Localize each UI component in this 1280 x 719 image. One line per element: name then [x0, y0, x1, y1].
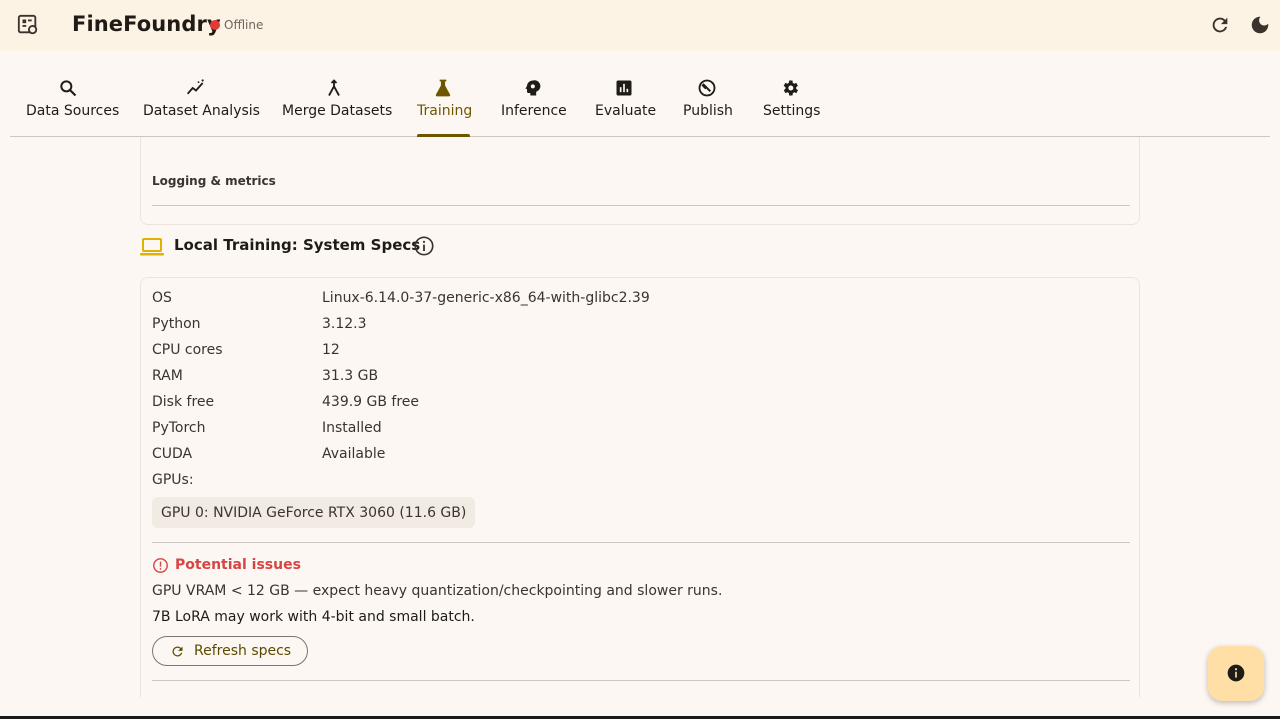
divider — [152, 205, 1130, 206]
logging-metrics-heading: Logging & metrics — [152, 174, 276, 188]
psychology-icon — [525, 80, 541, 96]
potential-issues-title: Potential issues — [175, 557, 301, 573]
section-title: Local Training: System Specs — [174, 236, 421, 254]
tab-training[interactable]: Training — [411, 51, 476, 137]
gpu-chip: GPU 0: NVIDIA GeForce RTX 3060 (11.6 GB) — [152, 497, 476, 528]
spec-value: 31.3 GB — [322, 368, 379, 384]
tab-data-sources[interactable]: Data Sources — [10, 51, 127, 136]
spec-key: RAM — [152, 368, 183, 384]
tab-merge-datasets[interactable]: Merge Datasets — [275, 51, 393, 136]
info-icon — [1227, 664, 1245, 682]
build-circle-icon — [698, 79, 716, 97]
info-fab-button[interactable] — [1208, 646, 1264, 701]
tab-label: Evaluate — [595, 103, 657, 119]
spec-key: Python — [152, 316, 201, 332]
issue-text: 7B LoRA may work with 4-bit and small ba… — [152, 609, 475, 625]
bar-chart-icon — [616, 80, 632, 96]
tab-dataset-analysis[interactable]: Dataset Analysis — [135, 51, 260, 136]
spec-value: 3.12.3 — [322, 316, 367, 332]
app-title: FineFoundry — [72, 12, 221, 36]
refresh-icon[interactable] — [1209, 14, 1231, 36]
tab-settings[interactable]: Settings — [757, 51, 825, 136]
button-label: Refresh specs — [194, 643, 292, 659]
app-logo-icon — [17, 14, 38, 35]
tab-evaluate[interactable]: Evaluate — [589, 51, 659, 136]
refresh-icon — [172, 646, 183, 657]
system-specs-card: OS Linux-6.14.0-37-generic-x86_64-with-g… — [140, 277, 1140, 697]
spec-key: PyTorch — [152, 420, 206, 436]
spec-value: 439.9 GB free — [322, 394, 420, 410]
tab-label: Dataset Analysis — [143, 103, 260, 119]
app-bar: FineFoundry Offline — [0, 0, 1280, 51]
status-dot — [210, 20, 220, 30]
spec-key: CUDA — [152, 446, 193, 462]
info-outline-icon[interactable] — [413, 235, 435, 257]
laptop-icon — [140, 238, 164, 256]
insights-icon — [186, 79, 204, 95]
tab-inference[interactable]: Inference — [495, 51, 567, 136]
issue-text: GPU VRAM < 12 GB — expect heavy quantiza… — [152, 583, 723, 599]
refresh-specs-button[interactable]: Refresh specs — [152, 636, 308, 666]
spec-value: Available — [322, 446, 386, 462]
spec-key: OS — [152, 290, 172, 306]
flask-icon — [435, 79, 451, 97]
search-icon — [60, 80, 77, 97]
system-specs-header: Local Training: System Specs — [140, 233, 460, 259]
error-outline-icon — [153, 558, 168, 573]
tab-label: Data Sources — [26, 103, 120, 119]
gear-icon — [783, 80, 798, 96]
spec-key: CPU cores — [152, 342, 223, 358]
tab-label: Settings — [763, 103, 821, 119]
tab-label: Inference — [501, 103, 567, 119]
tab-label: Publish — [683, 103, 733, 119]
divider — [152, 680, 1130, 681]
main-tabs: Data Sources Dataset Analysis Merge Data… — [10, 51, 1270, 137]
connection-status: Offline — [224, 18, 264, 32]
moon-icon[interactable] — [1249, 14, 1271, 36]
spec-value: Installed — [322, 420, 382, 436]
tab-label: Merge Datasets — [282, 103, 393, 119]
gpus-label: GPUs: — [152, 472, 194, 488]
divider — [152, 542, 1130, 543]
spec-key: Disk free — [152, 394, 215, 410]
tab-publish[interactable]: Publish — [677, 51, 739, 136]
spec-value: Linux-6.14.0-37-generic-x86_64-with-glib… — [322, 290, 650, 306]
tab-label: Training — [417, 103, 473, 119]
advanced-settings-card: Logging & metrics — [140, 137, 1140, 225]
merge-icon — [328, 79, 340, 96]
spec-value: 12 — [322, 342, 340, 358]
